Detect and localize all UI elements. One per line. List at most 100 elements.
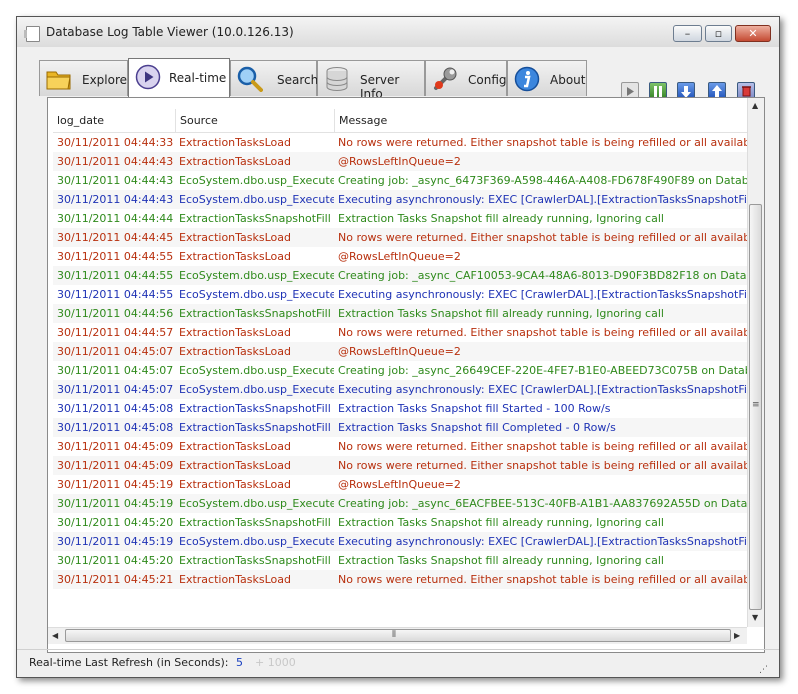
message-cell: Executing asynchronously: EXEC [CrawlerD… — [338, 383, 747, 396]
log-panel: log_date Source Message 30/11/2011 04:44… — [47, 97, 765, 653]
horizontal-scrollbar[interactable]: ◀ ⦀ ▶ — [48, 627, 747, 644]
table-row[interactable]: 30/11/2011 04:45:07 ExtractionTasksLoad @R… — [53, 342, 747, 361]
source-cell: ExtractionTasksSnapshotFill — [179, 212, 331, 225]
log-date-cell: 30/11/2011 04:44:55 — [57, 288, 174, 301]
info-icon — [514, 66, 540, 92]
vertical-scroll-thumb[interactable]: ≡ — [749, 204, 762, 610]
message-cell: No rows were returned. Either snapshot t… — [338, 459, 747, 472]
source-cell: ExtractionTasksSnapshotFill — [179, 402, 331, 415]
table-row[interactable]: 30/11/2011 04:45:09 ExtractionTasksLoad No… — [53, 456, 747, 475]
table-row[interactable]: 30/11/2011 04:44:56 ExtractionTasksSnapsh… — [53, 304, 747, 323]
wrench-icon — [434, 67, 457, 90]
message-cell: Extraction Tasks Snapshot fill Started -… — [338, 402, 611, 415]
column-header-source[interactable]: Source — [175, 109, 334, 132]
grip-icon: ≡ — [752, 400, 760, 410]
window-title: Database Log Table Viewer (10.0.126.13) — [46, 25, 294, 39]
tab-about[interactable]: About — [507, 60, 587, 96]
table-row[interactable]: 30/11/2011 04:44:45 ExtractionTasksLoad No… — [53, 228, 747, 247]
tab-explore[interactable]: Explore — [39, 60, 128, 96]
table-row[interactable]: 30/11/2011 04:44:43 EcoSystem.dbo.usp_Exe… — [53, 171, 747, 190]
source-cell: EcoSystem.dbo.usp_Execute — [179, 497, 334, 510]
table-row[interactable]: 30/11/2011 04:45:07 EcoSystem.dbo.usp_Exe… — [53, 361, 747, 380]
tab-about-label: About — [550, 73, 586, 87]
column-header-message[interactable]: Message — [334, 109, 747, 132]
log-date-cell: 30/11/2011 04:44:55 — [57, 250, 174, 263]
message-cell: No rows were returned. Either snapshot t… — [338, 136, 747, 149]
tab-config-label: Config — [468, 73, 507, 87]
scroll-up-arrow-icon[interactable]: ▲ — [752, 101, 758, 110]
message-cell: No rows were returned. Either snapshot t… — [338, 440, 747, 453]
source-cell: EcoSystem.dbo.usp_Execute — [179, 193, 334, 206]
source-cell: ExtractionTasksSnapshotFill — [179, 421, 331, 434]
resize-grip-icon[interactable]: ⋰ — [759, 665, 768, 675]
source-cell: EcoSystem.dbo.usp_Execute — [179, 535, 334, 548]
title-bar[interactable]: Database Log Table Viewer (10.0.126.13) … — [17, 17, 779, 47]
message-cell: Extraction Tasks Snapshot fill Completed… — [338, 421, 616, 434]
table-row[interactable]: 30/11/2011 04:45:19 ExtractionTasksLoad @R… — [53, 475, 747, 494]
tab-real-time[interactable]: Real-time — [128, 58, 230, 97]
maximize-button[interactable]: ▫ — [705, 25, 732, 42]
table-row[interactable]: 30/11/2011 04:45:20 ExtractionTasksSnapsh… — [53, 513, 747, 532]
table-row[interactable]: 30/11/2011 04:45:08 ExtractionTasksSnapsh… — [53, 418, 747, 437]
scroll-down-arrow-icon[interactable]: ▼ — [752, 613, 758, 622]
vertical-scrollbar[interactable]: ▲ ≡ ▼ — [747, 98, 764, 627]
table-row[interactable]: 30/11/2011 04:44:55 EcoSystem.dbo.usp_Exe… — [53, 285, 747, 304]
database-icon — [326, 67, 348, 91]
table-row[interactable]: 30/11/2011 04:45:20 ExtractionTasksSnapsh… — [53, 551, 747, 570]
tab-search-label: Search — [277, 73, 319, 87]
close-button[interactable]: ✕ — [735, 25, 771, 42]
source-cell: ExtractionTasksLoad — [179, 345, 292, 358]
source-cell: ExtractionTasksLoad — [179, 136, 292, 149]
message-cell: Extraction Tasks Snapshot fill already r… — [338, 516, 664, 529]
log-date-cell: 30/11/2011 04:45:20 — [57, 516, 174, 529]
tab-server-info[interactable]: Server Info — [317, 60, 425, 101]
minimize-button[interactable]: – — [673, 25, 702, 42]
table-row[interactable]: 30/11/2011 04:44:55 EcoSystem.dbo.usp_Exe… — [53, 266, 747, 285]
minimize-icon: – — [684, 27, 691, 40]
source-cell: ExtractionTasksLoad — [179, 478, 292, 491]
table-row[interactable]: 30/11/2011 04:45:09 ExtractionTasksLoad No… — [53, 437, 747, 456]
message-cell: Extraction Tasks Snapshot fill already r… — [338, 212, 664, 225]
table-row[interactable]: 30/11/2011 04:45:08 ExtractionTasksSnapsh… — [53, 399, 747, 418]
maximize-icon: ▫ — [714, 27, 723, 40]
log-date-cell: 30/11/2011 04:44:55 — [57, 269, 174, 282]
table-row[interactable]: 30/11/2011 04:45:19 EcoSystem.dbo.usp_Exe… — [53, 494, 747, 513]
tab-config[interactable]: Config — [425, 60, 507, 96]
log-date-cell: 30/11/2011 04:45:08 — [57, 402, 174, 415]
horizontal-scroll-thumb[interactable]: ⦀ — [65, 629, 731, 642]
table-row[interactable]: 30/11/2011 04:44:44 ExtractionTasksSnapsh… — [53, 209, 747, 228]
source-cell: EcoSystem.dbo.usp_Execute — [179, 288, 334, 301]
table-row[interactable]: 30/11/2011 04:45:19 EcoSystem.dbo.usp_Exe… — [53, 532, 747, 551]
log-date-cell: 30/11/2011 04:45:08 — [57, 421, 174, 434]
table-row[interactable]: 30/11/2011 04:44:57 ExtractionTasksLoad No… — [53, 323, 747, 342]
log-grid[interactable]: log_date Source Message 30/11/2011 04:44… — [48, 98, 747, 627]
log-date-cell: 30/11/2011 04:44:45 — [57, 231, 174, 244]
table-row[interactable]: 30/11/2011 04:45:07 EcoSystem.dbo.usp_Exe… — [53, 380, 747, 399]
table-row[interactable]: 30/11/2011 04:44:43 ExtractionTasksLoad @R… — [53, 152, 747, 171]
tab-explore-label: Explore — [82, 73, 128, 87]
scroll-right-arrow-icon[interactable]: ▶ — [734, 631, 740, 640]
log-date-cell: 30/11/2011 04:45:19 — [57, 497, 174, 510]
table-row[interactable]: 30/11/2011 04:45:21 ExtractionTasksLoad No… — [53, 570, 747, 589]
log-date-cell: 30/11/2011 04:44:43 — [57, 193, 174, 206]
log-date-cell: 30/11/2011 04:45:07 — [57, 383, 174, 396]
message-cell: @RowsLeftInQueue=2 — [338, 345, 461, 358]
column-header-log-date[interactable]: log_date — [53, 109, 175, 132]
log-date-cell: 30/11/2011 04:44:43 — [57, 155, 174, 168]
log-date-cell: 30/11/2011 04:45:21 — [57, 573, 174, 586]
scroll-left-arrow-icon[interactable]: ◀ — [52, 631, 58, 640]
table-row[interactable]: 30/11/2011 04:44:33 ExtractionTasksLoad No… — [53, 133, 747, 152]
magnifier-icon — [237, 66, 263, 92]
message-cell: Creating job: _async_26649CEF-220E-4FE7-… — [338, 364, 747, 377]
refresh-value: 5 — [236, 656, 243, 669]
log-date-cell: 30/11/2011 04:45:07 — [57, 345, 174, 358]
table-row[interactable]: 30/11/2011 04:44:43 EcoSystem.dbo.usp_Exe… — [53, 190, 747, 209]
folder-icon — [46, 71, 71, 90]
source-cell: ExtractionTasksLoad — [179, 250, 292, 263]
refresh-label: Real-time Last Refresh (in Seconds): — [29, 656, 229, 669]
log-date-cell: 30/11/2011 04:45:20 — [57, 554, 174, 567]
table-row[interactable]: 30/11/2011 04:44:55 ExtractionTasksLoad @R… — [53, 247, 747, 266]
grip-icon: ⦀ — [392, 630, 396, 640]
tab-search[interactable]: Search — [230, 60, 319, 96]
message-cell: Executing asynchronously: EXEC [CrawlerD… — [338, 288, 747, 301]
